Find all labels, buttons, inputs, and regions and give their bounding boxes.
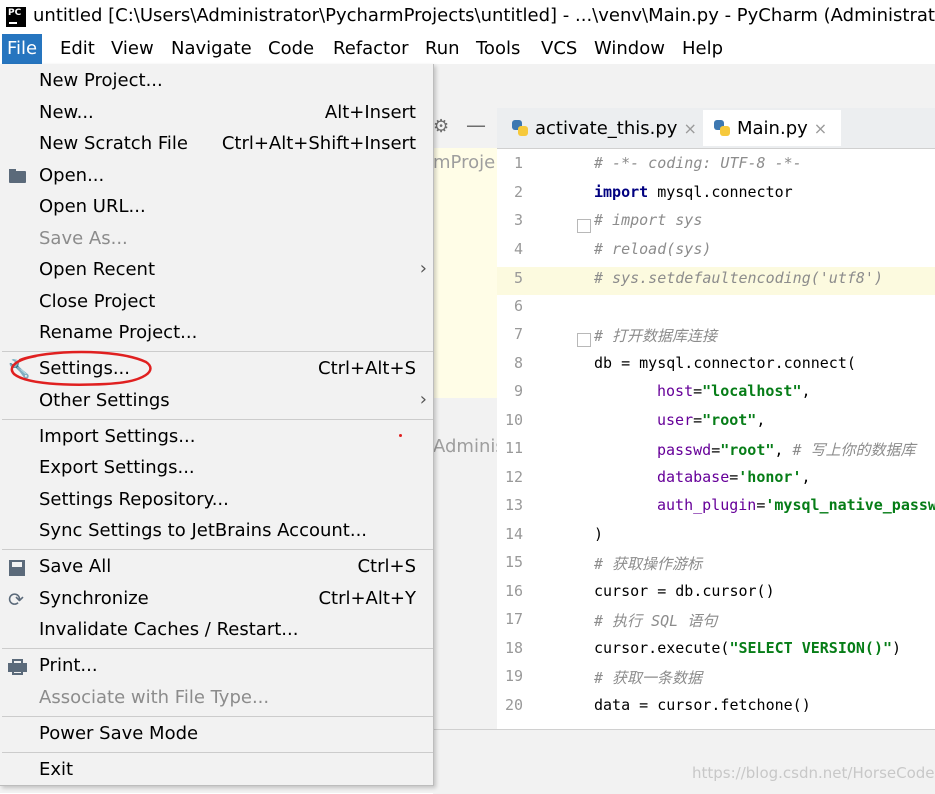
- menu-item-open[interactable]: Open...: [0, 161, 433, 193]
- editor-tabs: activate_this.py × Main.py ×: [497, 108, 935, 149]
- code-line: # 获取操作游标: [594, 555, 703, 573]
- menu-item-settings-repository[interactable]: Settings Repository...: [0, 485, 433, 517]
- title-bar: PC untitled [C:\Users\Administrator\Pych…: [0, 0, 935, 34]
- file-menu-dropdown: New Project... New... Alt+Insert New Scr…: [0, 64, 434, 786]
- menu-run[interactable]: Run: [425, 38, 460, 59]
- tab-activate-this[interactable]: activate_this.py ×: [511, 110, 697, 146]
- menu-code[interactable]: Code: [268, 38, 314, 59]
- fold-icon[interactable]: [577, 219, 591, 233]
- menu-navigate[interactable]: Navigate: [171, 38, 252, 59]
- watermark: https://blog.csdn.net/HorseCoder: [692, 764, 935, 782]
- menu-item-export-settings[interactable]: Export Settings...: [0, 453, 433, 485]
- menu-separator: [2, 351, 433, 352]
- menu-separator: [2, 648, 433, 649]
- code-line: data = cursor.fetchone(): [594, 696, 811, 714]
- menu-file[interactable]: File: [2, 34, 43, 64]
- menu-separator: [2, 716, 433, 717]
- code-line: user="root",: [657, 411, 766, 429]
- code-line: # -*- coding: UTF-8 -*-: [594, 154, 802, 172]
- fold-icon[interactable]: [577, 333, 591, 347]
- menu-item-save-all[interactable]: Save All Ctrl+S: [0, 552, 433, 584]
- wrench-icon: 🔧: [8, 359, 31, 380]
- menu-bar: File Edit View Navigate Code Refactor Ru…: [0, 34, 935, 64]
- menu-item-print[interactable]: Print...: [0, 651, 433, 683]
- close-tab-icon[interactable]: ×: [814, 119, 827, 138]
- save-icon: [8, 559, 28, 577]
- menu-item-settings[interactable]: 🔧 Settings... Ctrl+Alt+S: [0, 354, 433, 386]
- bottom-tool-strip: [433, 729, 935, 794]
- code-line: db = mysql.connector.connect(: [594, 354, 856, 372]
- menu-item-new[interactable]: New... Alt+Insert: [0, 98, 433, 130]
- menu-window[interactable]: Window: [594, 38, 665, 59]
- menu-item-rename-project[interactable]: Rename Project...: [0, 318, 433, 350]
- menu-item-new-project[interactable]: New Project...: [0, 66, 433, 98]
- code-line: cursor.execute("SELECT VERSION()"): [594, 639, 902, 657]
- minimize-panel-icon[interactable]: —: [466, 113, 486, 137]
- menu-separator: [2, 419, 433, 420]
- code-line: import mysql.connector: [594, 183, 793, 201]
- annotation-dot: [399, 434, 402, 437]
- menu-vcs[interactable]: VCS: [541, 38, 577, 59]
- menu-item-invalidate-caches[interactable]: Invalidate Caches / Restart...: [0, 615, 433, 647]
- code-line: ): [594, 525, 604, 543]
- menu-item-sync-settings[interactable]: Sync Settings to JetBrains Account...: [0, 516, 433, 548]
- menu-help[interactable]: Help: [682, 38, 723, 59]
- menu-separator: [2, 549, 433, 550]
- tab-label: activate_this.py: [535, 117, 678, 139]
- menu-item-open-recent[interactable]: Open Recent ›: [0, 255, 433, 287]
- menu-item-save-as: Save As...: [39, 228, 128, 249]
- code-editor[interactable]: 1 # -*- coding: UTF-8 -*- 2 import mysql.c…: [497, 149, 935, 729]
- pycharm-app-icon: PC: [6, 7, 26, 27]
- print-icon: [8, 658, 28, 676]
- code-line: # reload(sys): [594, 240, 712, 258]
- window-title: untitled [C:\Users\Administrator\Pycharm…: [33, 5, 935, 26]
- menu-item-exit[interactable]: Exit: [0, 755, 433, 787]
- menu-item-import-settings[interactable]: Import Settings...: [0, 422, 433, 454]
- code-line: database='honor',: [657, 468, 811, 486]
- menu-item-close-project[interactable]: Close Project: [0, 287, 433, 319]
- chevron-right-icon: ›: [419, 389, 427, 410]
- code-line: host="localhost",: [657, 382, 811, 400]
- code-line: # sys.setdefaultencoding('utf8'): [594, 269, 883, 287]
- menu-item-open-url[interactable]: Open URL...: [0, 192, 433, 224]
- sync-icon: ⟳: [8, 589, 24, 611]
- code-line: auth_plugin='mysql_native_passw: [657, 496, 935, 514]
- project-panel: [433, 148, 497, 398]
- menu-item-power-save-mode[interactable]: Power Save Mode: [0, 719, 433, 751]
- menu-item-associate-file-type: Associate with File Type...: [39, 687, 270, 708]
- menu-item-synchronize[interactable]: ⟳ Synchronize Ctrl+Alt+Y: [0, 584, 433, 616]
- tab-main[interactable]: Main.py ×: [703, 110, 841, 146]
- python-file-icon: [713, 119, 731, 137]
- menu-item-other-settings[interactable]: Other Settings ›: [0, 386, 433, 418]
- project-tree-fragment: mProje: [433, 152, 496, 173]
- menu-view[interactable]: View: [111, 38, 154, 59]
- folder-icon: [8, 168, 28, 186]
- code-line: # import sys: [594, 211, 703, 229]
- code-line: # 打开数据库连接: [594, 327, 718, 345]
- close-tab-icon[interactable]: ×: [683, 119, 696, 138]
- menu-item-new-scratch-file[interactable]: New Scratch File Ctrl+Alt+Shift+Insert: [0, 129, 433, 161]
- gear-icon[interactable]: ⚙: [433, 116, 449, 137]
- chevron-right-icon: ›: [419, 258, 427, 279]
- code-line: cursor = db.cursor(): [594, 582, 775, 600]
- tab-label: Main.py: [737, 117, 808, 139]
- menu-tools[interactable]: Tools: [476, 38, 520, 59]
- code-line: # 执行 SQL 语句: [594, 612, 718, 630]
- python-file-icon: [511, 119, 529, 137]
- code-line: passwd="root", # 写上你的数据库: [657, 441, 916, 459]
- code-line: # 获取一条数据: [594, 669, 703, 687]
- menu-refactor[interactable]: Refactor: [333, 38, 409, 59]
- menu-edit[interactable]: Edit: [60, 38, 95, 59]
- menu-separator: [2, 752, 433, 753]
